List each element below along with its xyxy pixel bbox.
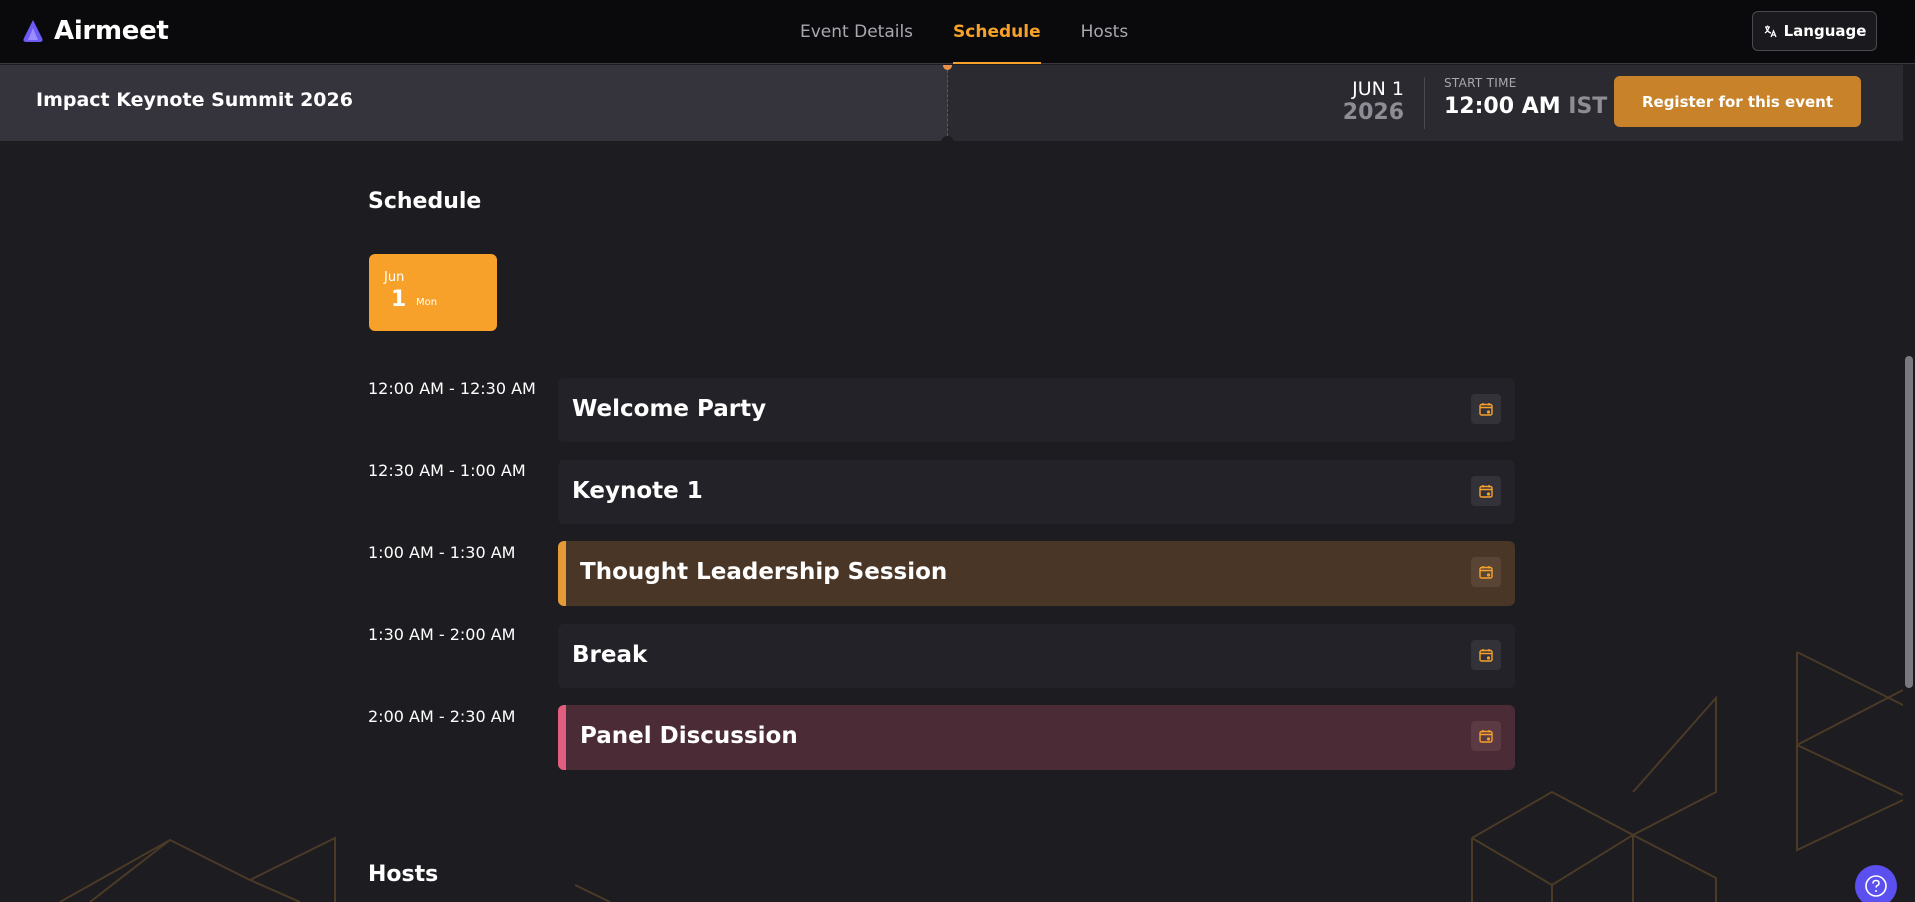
event-date: JUN 1 2026: [1340, 78, 1404, 126]
session-title: Thought Leadership Session: [580, 559, 948, 585]
day-weekday: Mon: [416, 297, 438, 308]
top-nav-bar: Airmeet Event Details Schedule Hosts Lan…: [0, 0, 1915, 64]
session-time: 1:00 AM - 1:30 AM: [368, 543, 516, 562]
start-time-value: 12:00 AM IST: [1444, 94, 1607, 119]
calendar-icon: [1479, 730, 1493, 743]
session-break[interactable]: Break: [558, 624, 1515, 688]
session-time: 12:00 AM - 12:30 AM: [368, 379, 536, 398]
language-icon: [1764, 25, 1777, 38]
calendar-icon: [1479, 649, 1493, 662]
add-to-calendar-button[interactable]: [1471, 476, 1501, 506]
add-to-calendar-button[interactable]: [1471, 557, 1501, 587]
tab-event-details[interactable]: Event Details: [780, 0, 933, 64]
calendar-icon: [1479, 566, 1493, 579]
session-title: Welcome Party: [572, 396, 767, 422]
add-to-calendar-button[interactable]: [1471, 721, 1501, 751]
session-title: Break: [572, 642, 648, 668]
session-title: Panel Discussion: [580, 723, 798, 749]
calendar-icon: [1479, 485, 1493, 498]
event-date-day: JUN 1: [1352, 78, 1404, 100]
tab-schedule[interactable]: Schedule: [933, 0, 1061, 64]
calendar-icon: [1479, 403, 1493, 416]
day-selector-jun-1[interactable]: Jun 1 Mon: [369, 254, 497, 331]
day-number: 1: [391, 287, 407, 312]
session-keynote-1[interactable]: Keynote 1: [558, 460, 1515, 524]
add-to-calendar-button[interactable]: [1471, 640, 1501, 670]
date-separator: [1424, 77, 1425, 129]
start-time-block: START TIME 12:00 AM IST: [1444, 76, 1607, 119]
airmeet-logo[interactable]: Airmeet: [20, 16, 169, 46]
event-info-bar: Impact Keynote Summit 2026 JUN 1 2026 ST…: [0, 65, 1915, 143]
help-icon: [1865, 875, 1887, 897]
session-time: 2:00 AM - 2:30 AM: [368, 707, 516, 726]
airmeet-logo-icon: [23, 20, 43, 42]
language-label: Language: [1783, 22, 1867, 40]
scrollbar-thumb[interactable]: [1905, 356, 1913, 688]
session-thought-leadership[interactable]: Thought Leadership Session: [558, 541, 1515, 606]
session-time: 1:30 AM - 2:00 AM: [368, 625, 516, 644]
session-welcome-party[interactable]: Welcome Party: [558, 378, 1515, 442]
start-time-timezone: IST: [1568, 94, 1608, 119]
tab-hosts[interactable]: Hosts: [1061, 0, 1149, 64]
ticket-notch-bottom: [941, 136, 954, 143]
start-time-label: START TIME: [1444, 76, 1517, 90]
ticket-notch-top: [943, 65, 952, 70]
schedule-heading: Schedule: [368, 189, 482, 214]
session-time: 12:30 AM - 1:00 AM: [368, 461, 526, 480]
hosts-heading: Hosts: [368, 862, 439, 887]
register-button[interactable]: Register for this event: [1614, 76, 1861, 127]
session-title: Keynote 1: [572, 478, 703, 504]
day-month: Jun: [384, 270, 405, 285]
help-button[interactable]: [1855, 865, 1897, 902]
language-button[interactable]: Language: [1752, 11, 1877, 51]
session-panel-discussion[interactable]: Panel Discussion: [558, 705, 1515, 770]
add-to-calendar-button[interactable]: [1471, 394, 1501, 424]
ticket-divider: [947, 65, 948, 141]
start-time-clock: 12:00 AM: [1444, 94, 1561, 119]
event-date-year: 2026: [1342, 100, 1404, 125]
event-title-panel: Impact Keynote Summit 2026: [0, 65, 948, 141]
logo-text: Airmeet: [54, 16, 169, 46]
main-tabs: Event Details Schedule Hosts: [780, 0, 1148, 64]
event-title: Impact Keynote Summit 2026: [36, 89, 353, 111]
